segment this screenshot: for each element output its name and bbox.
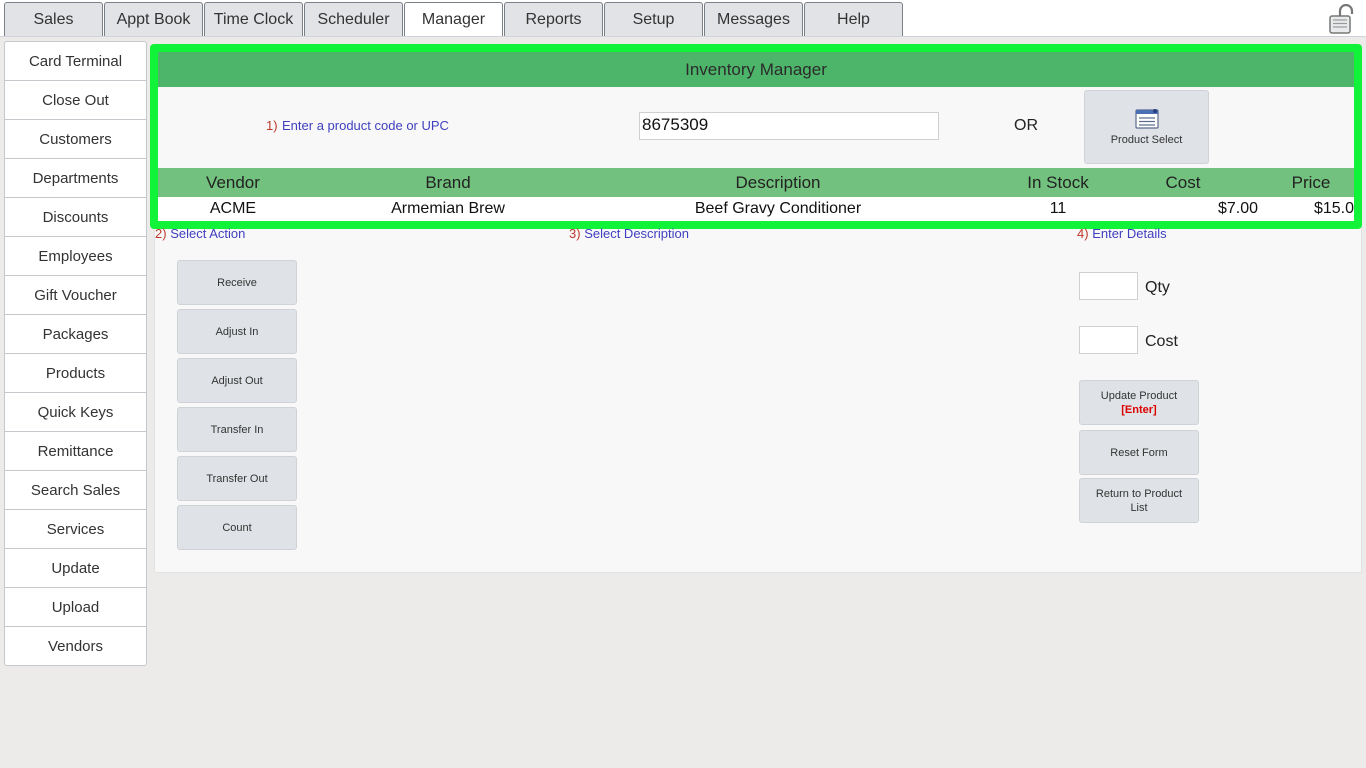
- cell-price: $15.0: [1313, 200, 1354, 217]
- product-table-header: Vendor Brand Description In Stock Cost P…: [158, 168, 1354, 197]
- sidebar-item-services[interactable]: Services: [5, 510, 146, 549]
- step1-number: 1): [266, 118, 278, 133]
- sidebar-item-vendors[interactable]: Vendors: [5, 627, 146, 666]
- sidebar-item-card-terminal[interactable]: Card Terminal: [5, 42, 146, 81]
- step4-label: 4) Enter Details: [1077, 226, 1167, 241]
- transfer-in-button[interactable]: Transfer In: [177, 407, 297, 452]
- tab-messages[interactable]: Messages: [704, 2, 803, 36]
- tab-reports[interactable]: Reports: [504, 2, 603, 36]
- inventory-manager-title: Inventory Manager: [158, 52, 1354, 87]
- sidebar-item-remittance[interactable]: Remittance: [5, 432, 146, 471]
- product-lookup-row: 1) Enter a product code or UPC 8675309 O…: [158, 87, 1354, 168]
- tab-help[interactable]: Help: [804, 2, 903, 36]
- tab-setup[interactable]: Setup: [604, 2, 703, 36]
- sidebar-item-quick-keys[interactable]: Quick Keys: [5, 393, 146, 432]
- col-header-in-stock: In Stock: [1027, 172, 1089, 192]
- tab-bar-divider: [0, 36, 1366, 37]
- receive-button[interactable]: Receive: [177, 260, 297, 305]
- qty-input[interactable]: [1079, 272, 1138, 300]
- sidebar-item-packages[interactable]: Packages: [5, 315, 146, 354]
- col-header-price: Price: [1291, 172, 1331, 192]
- step2-number: 2): [155, 226, 167, 241]
- sidebar-item-products[interactable]: Products: [5, 354, 146, 393]
- update-product-label: Update Product: [1100, 389, 1178, 402]
- product-code-input[interactable]: 8675309: [639, 112, 939, 140]
- reset-form-button[interactable]: Reset Form: [1079, 430, 1199, 475]
- step1-label: 1) Enter a product code or UPC: [266, 117, 449, 135]
- cell-vendor: ACME: [209, 200, 257, 217]
- tab-manager[interactable]: Manager: [404, 2, 503, 37]
- step4-text: Enter Details: [1092, 226, 1167, 241]
- product-select-button[interactable]: Product Select: [1084, 90, 1209, 164]
- return-to-product-list-button[interactable]: Return to Product List: [1079, 478, 1199, 523]
- step3-label: 3) Select Description: [569, 226, 689, 241]
- tab-appt-book[interactable]: Appt Book: [104, 2, 203, 36]
- cell-brand: Armemian Brew: [391, 200, 505, 217]
- col-header-vendor: Vendor: [206, 172, 260, 192]
- adjust-in-button[interactable]: Adjust In: [177, 309, 297, 354]
- inventory-manager-panel: Inventory Manager 1) Enter a product cod…: [150, 44, 1362, 229]
- sidebar-item-close-out[interactable]: Close Out: [5, 81, 146, 120]
- unlocked-padlock-icon[interactable]: [1328, 4, 1358, 34]
- sidebar-item-upload[interactable]: Upload: [5, 588, 146, 627]
- enter-key-hint: [Enter]: [1121, 403, 1157, 416]
- col-header-description: Description: [735, 172, 821, 192]
- product-list-icon: [1134, 109, 1159, 129]
- step2-text: Select Action: [170, 226, 246, 241]
- sidebar-item-employees[interactable]: Employees: [5, 237, 146, 276]
- sidebar-item-customers[interactable]: Customers: [5, 120, 146, 159]
- tab-scheduler[interactable]: Scheduler: [304, 2, 403, 36]
- step2-label: 2) Select Action: [155, 226, 245, 241]
- product-select-label: Product Select: [1110, 134, 1183, 146]
- count-button[interactable]: Count: [177, 505, 297, 550]
- qty-label: Qty: [1145, 279, 1170, 296]
- transfer-out-button[interactable]: Transfer Out: [177, 456, 297, 501]
- cost-label: Cost: [1145, 333, 1178, 350]
- tab-time-clock[interactable]: Time Clock: [204, 2, 303, 36]
- cell-in-stock: 11: [1049, 200, 1067, 217]
- step3-text: Select Description: [584, 226, 689, 241]
- sidebar-item-update[interactable]: Update: [5, 549, 146, 588]
- col-header-brand: Brand: [425, 172, 471, 192]
- top-tab-bar: Sales Appt Book Time Clock Scheduler Man…: [0, 0, 1366, 37]
- adjust-out-button[interactable]: Adjust Out: [177, 358, 297, 403]
- tab-sales[interactable]: Sales: [4, 2, 103, 36]
- col-header-cost: Cost: [1165, 172, 1201, 192]
- step1-text: Enter a product code or UPC: [282, 118, 449, 133]
- sidebar-item-search-sales[interactable]: Search Sales: [5, 471, 146, 510]
- sidebar-item-departments[interactable]: Departments: [5, 159, 146, 198]
- update-product-button[interactable]: Update Product [Enter]: [1079, 380, 1199, 425]
- step4-number: 4): [1077, 226, 1089, 241]
- manager-sidebar: Card Terminal Close Out Customers Depart…: [4, 41, 147, 666]
- cost-input[interactable]: [1079, 326, 1138, 354]
- scrollbar-track[interactable]: [1362, 37, 1366, 768]
- sidebar-item-gift-voucher[interactable]: Gift Voucher: [5, 276, 146, 315]
- cell-cost: $7.00: [1217, 200, 1258, 217]
- sidebar-item-discounts[interactable]: Discounts: [5, 198, 146, 237]
- step3-number: 3): [569, 226, 581, 241]
- or-label: OR: [1014, 117, 1038, 134]
- table-row[interactable]: ACME Armemian Brew Beef Gravy Conditione…: [158, 197, 1354, 221]
- cell-description: Beef Gravy Conditioner: [694, 200, 862, 217]
